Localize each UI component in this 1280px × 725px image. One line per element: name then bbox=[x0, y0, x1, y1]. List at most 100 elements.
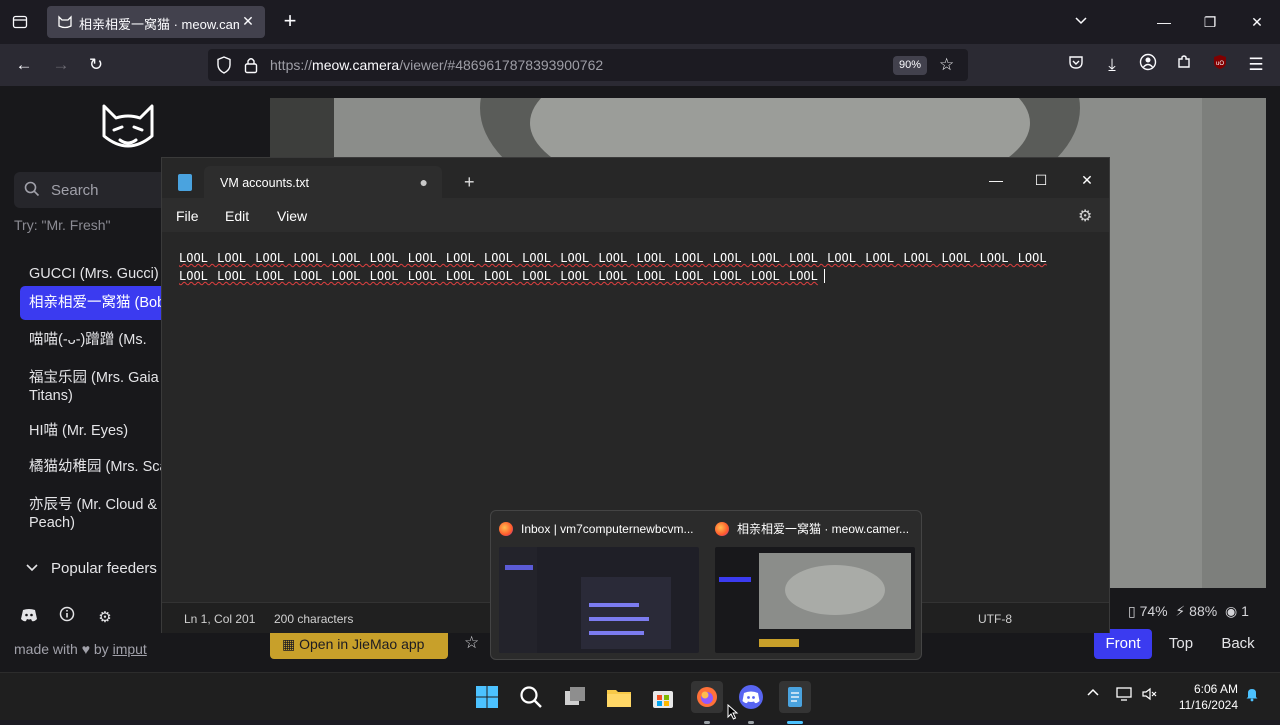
thumbnail-meow-camera-window[interactable]: 相亲相爱一窝猫 · meow.camer... bbox=[707, 511, 923, 661]
cat-favicon-icon bbox=[57, 14, 73, 30]
view-top-button[interactable]: Top bbox=[1160, 629, 1202, 659]
running-indicator bbox=[748, 721, 754, 724]
camera-stats: ▯ 74% ⚡ 88% ◉ 1 bbox=[1128, 603, 1249, 620]
clock-time[interactable]: 6:06 AM bbox=[1188, 682, 1238, 696]
eye-icon: ◉ bbox=[1224, 603, 1238, 619]
camera-list-item[interactable]: 亦辰号 (Mr. Cloud & Peach) bbox=[20, 488, 170, 540]
popular-feeders-label: Popular feeders bbox=[51, 560, 157, 577]
volume-muted-icon[interactable] bbox=[1140, 686, 1160, 705]
notepad-tab[interactable]: VM accounts.txt ● bbox=[204, 166, 442, 198]
discord-icon[interactable] bbox=[17, 606, 41, 630]
search-placeholder: Search bbox=[51, 182, 99, 199]
camera-feed-edge bbox=[1202, 98, 1266, 588]
menu-edit[interactable]: Edit bbox=[225, 208, 249, 224]
browser-tab-active[interactable]: 相亲相爱一窝猫 · meow.camera ✕ bbox=[47, 6, 265, 38]
notepad-tab-name: VM accounts.txt bbox=[220, 176, 309, 190]
svg-text:uO: uO bbox=[1216, 61, 1224, 67]
viewer-count: 1 bbox=[1241, 603, 1249, 619]
close-window-icon[interactable]: ✕ bbox=[1245, 10, 1269, 34]
view-back-button[interactable]: Back bbox=[1212, 629, 1264, 659]
discord-taskbar-icon[interactable] bbox=[735, 681, 767, 724]
signal-level: 88% bbox=[1189, 603, 1218, 619]
minimize-icon[interactable]: — bbox=[1152, 10, 1176, 34]
notepad-title-bar[interactable]: VM accounts.txt ● + — ☐ ✕ bbox=[162, 158, 1109, 198]
search-taskbar-icon[interactable] bbox=[515, 681, 547, 713]
task-view-icon[interactable] bbox=[559, 681, 591, 713]
forward-arrow-icon[interactable]: → bbox=[48, 53, 74, 77]
file-explorer-icon[interactable] bbox=[603, 681, 635, 713]
info-icon[interactable] bbox=[55, 606, 79, 630]
unsaved-dot-icon[interactable]: ● bbox=[420, 174, 428, 190]
tab-overflow-chevron-icon[interactable] bbox=[1069, 10, 1093, 34]
ublock-origin-icon[interactable]: uO bbox=[1207, 53, 1233, 77]
mouse-cursor-icon bbox=[727, 703, 739, 725]
hamburger-menu-icon[interactable]: ☰ bbox=[1243, 53, 1269, 77]
search-icon bbox=[24, 181, 42, 199]
cursor-position: Ln 1, Col 201 bbox=[184, 612, 256, 626]
pocket-icon[interactable] bbox=[1063, 53, 1089, 77]
favorite-star-icon[interactable]: ☆ bbox=[464, 633, 479, 653]
url-text[interactable]: https://meow.camera/viewer/#486961787839… bbox=[270, 57, 603, 73]
reload-icon[interactable]: ↻ bbox=[83, 53, 109, 77]
chevron-down-icon bbox=[26, 558, 38, 577]
account-icon[interactable] bbox=[1135, 53, 1161, 77]
text-cursor bbox=[823, 269, 835, 283]
notepad-app-icon bbox=[178, 174, 192, 191]
microsoft-store-icon[interactable] bbox=[647, 681, 679, 713]
battery-icon: ▯ bbox=[1128, 603, 1136, 619]
text-line: LOOL LOOL LOOL LOOL LOOL LOOL LOOL LOOL … bbox=[179, 251, 1047, 265]
notepad-close-icon[interactable]: ✕ bbox=[1075, 168, 1099, 192]
running-indicator bbox=[704, 721, 710, 724]
imput-link[interactable]: imput bbox=[113, 641, 147, 657]
search-hint: Try: "Mr. Fresh" bbox=[14, 217, 111, 233]
new-tab-button[interactable]: + bbox=[279, 10, 301, 34]
notification-bell-icon[interactable] bbox=[1242, 686, 1262, 705]
back-arrow-icon[interactable]: ← bbox=[11, 53, 37, 77]
firefox-icon bbox=[499, 521, 513, 536]
browser-nav-bar: ← → ↻ https://meow.camera/viewer/#486961… bbox=[0, 44, 1280, 86]
firefox-icon bbox=[715, 521, 729, 536]
windows-start-icon[interactable] bbox=[471, 681, 503, 713]
show-hidden-icons-chevron-icon[interactable] bbox=[1083, 686, 1103, 702]
settings-gear-icon[interactable]: ⚙ bbox=[93, 606, 117, 630]
notepad-menu-bar: File Edit View ⚙ bbox=[162, 198, 1109, 232]
lock-icon[interactable] bbox=[244, 56, 258, 79]
browser-tab-bar: 相亲相爱一窝猫 · meow.camera ✕ + — ❐ ✕ bbox=[0, 0, 1280, 44]
view-front-button[interactable]: Front bbox=[1094, 629, 1152, 659]
notepad-maximize-icon[interactable]: ☐ bbox=[1029, 168, 1053, 192]
clock-date[interactable]: 11/16/2024 bbox=[1168, 698, 1238, 712]
made-with-credit: made with ♥ by imput bbox=[14, 641, 147, 657]
extensions-icon[interactable] bbox=[1171, 53, 1197, 77]
windows-taskbar: 6:06 AM 11/16/2024 bbox=[0, 672, 1280, 724]
restore-icon[interactable]: ❐ bbox=[1198, 10, 1222, 34]
app-grid-icon: ▦ bbox=[282, 636, 296, 652]
network-icon[interactable] bbox=[1114, 686, 1134, 705]
thumbnail-preview-image bbox=[499, 547, 699, 653]
taskbar-thumbnail-popup: Inbox | vm7computernewbcvm... 相亲相爱一窝猫 · … bbox=[490, 510, 922, 660]
firefox-taskbar-icon[interactable] bbox=[691, 681, 723, 724]
notepad-settings-gear-icon[interactable]: ⚙ bbox=[1078, 206, 1092, 226]
active-indicator bbox=[787, 721, 803, 724]
tab-list-icon[interactable] bbox=[8, 11, 32, 33]
camera-list-item[interactable]: 福宝乐园 (Mrs. Gaia Titans) bbox=[20, 361, 170, 413]
notepad-text-content[interactable]: LOOL LOOL LOOL LOOL LOOL LOOL LOOL LOOL … bbox=[179, 249, 1094, 285]
notepad-taskbar-icon[interactable] bbox=[779, 681, 811, 724]
meow-camera-logo[interactable] bbox=[98, 100, 158, 156]
menu-view[interactable]: View bbox=[277, 208, 307, 224]
text-line: LOOL LOOL LOOL LOOL LOOL LOOL LOOL LOOL … bbox=[179, 269, 818, 283]
notepad-minimize-icon[interactable]: — bbox=[984, 168, 1008, 192]
battery-level: 74% bbox=[1139, 603, 1168, 619]
open-in-jiemao-button[interactable]: ▦ Open in JieMao app bbox=[270, 629, 448, 659]
shield-icon[interactable] bbox=[216, 56, 232, 79]
url-bar[interactable]: https://meow.camera/viewer/#486961787839… bbox=[208, 49, 968, 81]
zoom-level-badge[interactable]: 90% bbox=[893, 56, 927, 75]
menu-file[interactable]: File bbox=[176, 208, 199, 224]
encoding: UTF-8 bbox=[978, 612, 1012, 626]
character-count: 200 characters bbox=[274, 612, 354, 626]
downloads-icon[interactable]: ⤓ bbox=[1099, 53, 1125, 77]
notepad-new-tab-button[interactable]: + bbox=[464, 172, 475, 193]
thumbnail-preview-image bbox=[715, 547, 915, 653]
bookmark-star-icon[interactable]: ☆ bbox=[939, 55, 954, 75]
tab-close-icon[interactable]: ✕ bbox=[239, 12, 257, 30]
thumbnail-inbox-window[interactable]: Inbox | vm7computernewbcvm... bbox=[491, 511, 707, 661]
